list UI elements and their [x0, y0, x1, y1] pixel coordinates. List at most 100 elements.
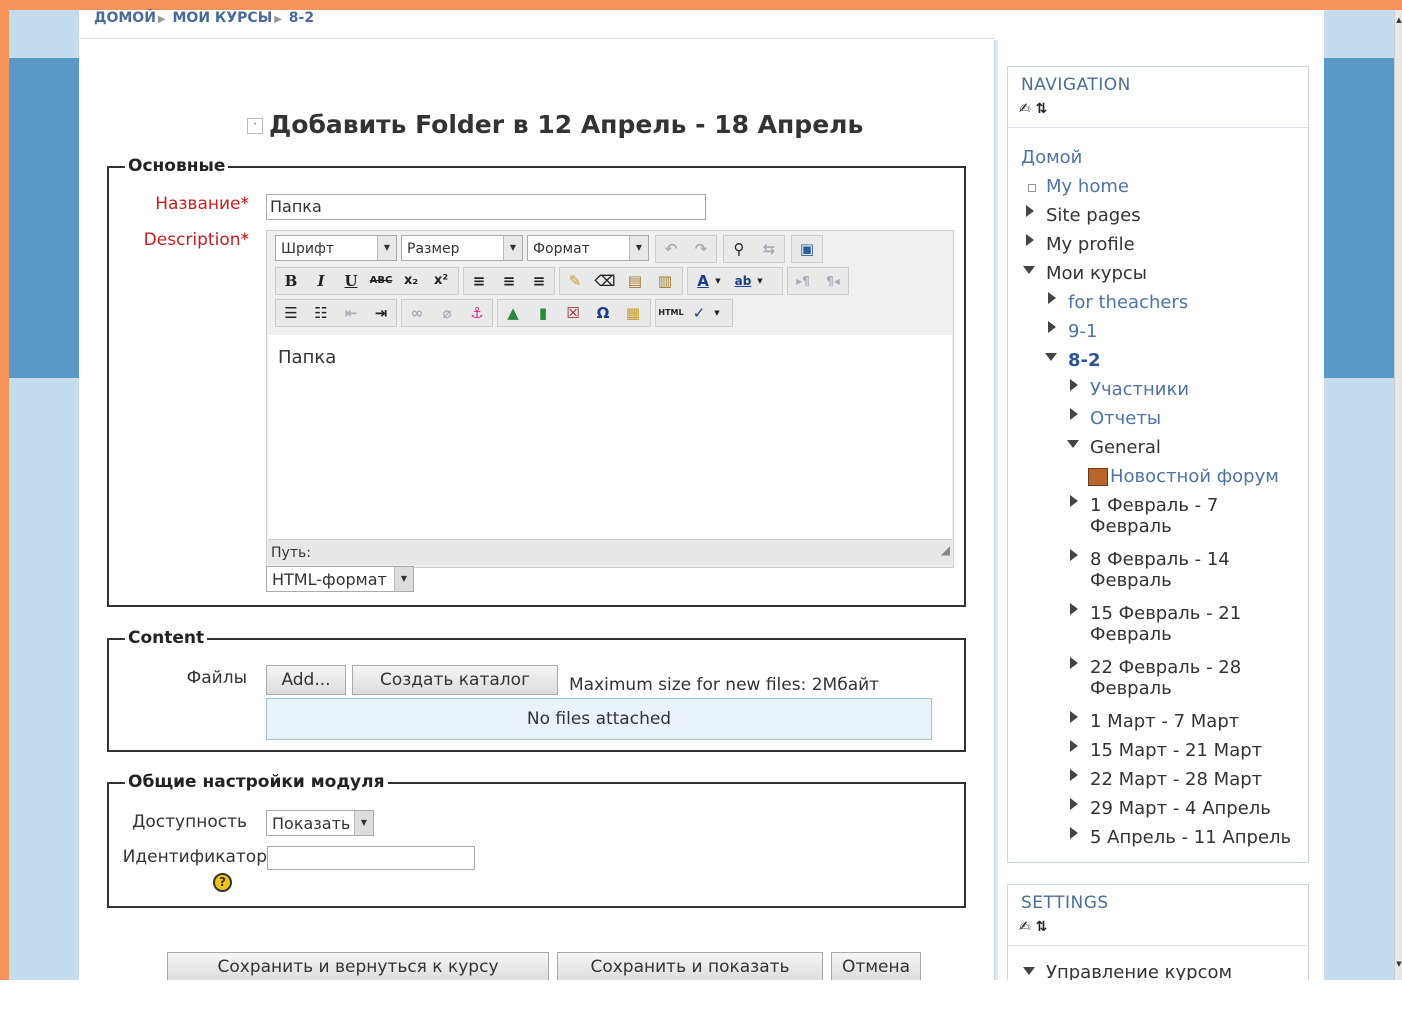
superscript-icon[interactable]: x²: [428, 268, 454, 294]
expand-icon[interactable]: [1070, 379, 1078, 391]
vertical-scrollbar[interactable]: ▲ ▼: [1394, 10, 1402, 980]
resize-handle-icon[interactable]: ◢: [941, 537, 950, 563]
cancel-button[interactable]: Отмена: [831, 952, 921, 982]
scroll-up-icon[interactable]: ▲: [1395, 16, 1402, 24]
eraser-icon[interactable]: ⌫: [592, 268, 618, 294]
expand-icon[interactable]: [1070, 740, 1078, 752]
nav-my-profile[interactable]: My profile: [1046, 234, 1135, 255]
rtl-icon[interactable]: ¶◂: [820, 268, 846, 294]
expand-icon[interactable]: [1070, 495, 1078, 507]
text-format-select[interactable]: HTML-формат ▼: [266, 566, 414, 592]
bold-icon[interactable]: B: [278, 268, 304, 294]
nav-week-7[interactable]: 22 Март - 28 Март: [1090, 769, 1262, 790]
nav-week-1[interactable]: 1 Февраль - 7 Февраль: [1090, 495, 1218, 537]
bullet-list-icon[interactable]: ☰: [278, 300, 304, 326]
chevron-down-icon[interactable]: ▼: [710, 300, 724, 326]
save-and-display-button[interactable]: Сохранить и показать: [557, 952, 823, 982]
scroll-down-icon[interactable]: ▼: [1395, 960, 1402, 968]
highlight-color-icon[interactable]: ab: [730, 268, 756, 294]
file-list-area[interactable]: No files attached: [266, 698, 932, 740]
format-select[interactable]: Формат ▼: [527, 235, 649, 261]
nav-week-3[interactable]: 15 Февраль - 21 Февраль: [1090, 603, 1241, 645]
size-select[interactable]: Размер ▼: [401, 235, 523, 261]
align-left-icon[interactable]: ≡: [466, 268, 492, 294]
expand-icon[interactable]: [1070, 603, 1078, 615]
breadcrumb-home[interactable]: ДОМОЙ: [94, 10, 156, 26]
collapse-icon[interactable]: [1023, 967, 1035, 975]
link-icon[interactable]: ∞: [404, 300, 430, 326]
chevron-down-icon[interactable]: ▼: [754, 268, 766, 294]
subscript-icon[interactable]: x₂: [398, 268, 424, 294]
expand-icon[interactable]: [1070, 657, 1078, 669]
align-center-icon[interactable]: ≡: [496, 268, 522, 294]
module-settings-legend[interactable]: Общие настройки модуля: [125, 772, 388, 792]
nav-course-9-1[interactable]: 9-1: [1068, 321, 1097, 342]
fullscreen-icon[interactable]: ▣: [794, 236, 820, 262]
nav-course-for-teachers[interactable]: for theachers: [1068, 292, 1188, 313]
nav-week-5[interactable]: 1 Март - 7 Март: [1090, 711, 1239, 732]
expand-icon[interactable]: [1048, 321, 1056, 333]
settings-title[interactable]: SETTINGS: [1021, 893, 1109, 913]
expand-icon[interactable]: [1070, 711, 1078, 723]
expand-icon[interactable]: [1070, 408, 1078, 420]
nav-reports[interactable]: Отчеты: [1090, 408, 1161, 429]
nav-week-2[interactable]: 8 Февраль - 14 Февраль: [1090, 549, 1230, 591]
nav-my-courses[interactable]: Мои курсы: [1046, 263, 1147, 284]
expand-icon[interactable]: [1070, 769, 1078, 781]
nav-week-4[interactable]: 22 Февраль - 28 Февраль: [1090, 657, 1241, 699]
collapse-icon[interactable]: [1067, 440, 1079, 448]
special-char-icon[interactable]: Ω: [590, 300, 616, 326]
redo-icon[interactable]: ↷: [688, 236, 714, 262]
nav-my-home[interactable]: My home: [1046, 176, 1129, 197]
expand-icon[interactable]: [1048, 292, 1056, 304]
nav-news-forum[interactable]: Новостной форум: [1088, 466, 1279, 487]
find-icon[interactable]: ⚲: [726, 236, 752, 262]
nav-course-8-2[interactable]: 8-2: [1068, 350, 1101, 371]
navigation-title[interactable]: NAVIGATION: [1021, 75, 1131, 95]
expand-icon[interactable]: [1070, 549, 1078, 561]
numbered-list-icon[interactable]: ☷: [308, 300, 334, 326]
edit-block-icon[interactable]: ✍: [1019, 919, 1031, 935]
spellcheck-icon[interactable]: ✓: [686, 300, 712, 326]
add-file-button[interactable]: Add...: [266, 665, 346, 695]
collapse-icon[interactable]: [1023, 266, 1035, 274]
idnumber-input[interactable]: [267, 846, 475, 870]
paste-word-icon[interactable]: ▥: [652, 268, 678, 294]
expand-icon[interactable]: [1026, 205, 1034, 217]
save-and-return-button[interactable]: Сохранить и вернуться к курсу: [167, 952, 549, 982]
replace-icon[interactable]: ⇆: [756, 236, 782, 262]
visibility-select[interactable]: Показать ▼: [266, 810, 374, 836]
editor-content-area[interactable]: Папка: [268, 335, 952, 539]
insert-media-icon[interactable]: ▮: [530, 300, 556, 326]
move-block-icon[interactable]: ⇅: [1036, 919, 1048, 935]
nav-week-9[interactable]: 5 Апрель - 11 Апрель: [1090, 827, 1291, 848]
nav-week-8[interactable]: 29 Март - 4 Апрель: [1090, 798, 1271, 819]
anchor-icon[interactable]: ⚓: [464, 300, 490, 326]
strikethrough-icon[interactable]: ABC: [368, 268, 394, 294]
undo-icon[interactable]: ↶: [658, 236, 684, 262]
unlink-icon[interactable]: ⌀: [434, 300, 460, 326]
align-right-icon[interactable]: ≡: [526, 268, 552, 294]
content-legend[interactable]: Content: [125, 628, 208, 648]
ltr-icon[interactable]: ▸¶: [790, 268, 816, 294]
underline-icon[interactable]: U: [338, 268, 364, 294]
collapse-toggle-icon[interactable]: ·: [247, 118, 263, 134]
breadcrumb-my-courses[interactable]: МОИ КУРСЫ: [173, 10, 273, 26]
expand-icon[interactable]: [1070, 827, 1078, 839]
outdent-icon[interactable]: ⇤: [338, 300, 364, 326]
nav-general[interactable]: General: [1090, 437, 1161, 458]
collapse-icon[interactable]: [1045, 353, 1057, 361]
cleanup-brush-icon[interactable]: ✎: [562, 268, 588, 294]
expand-icon[interactable]: [1070, 798, 1078, 810]
general-legend[interactable]: Основные: [125, 156, 229, 176]
insert-image-icon[interactable]: ▲: [500, 300, 526, 326]
html-source-icon[interactable]: HTML: [658, 300, 684, 326]
nav-week-6[interactable]: 15 Март - 21 Март: [1090, 740, 1262, 761]
edit-block-icon[interactable]: ✍: [1019, 101, 1031, 117]
create-folder-button[interactable]: Создать каталог: [352, 665, 558, 695]
nav-home[interactable]: Домой: [1021, 147, 1082, 168]
move-block-icon[interactable]: ⇅: [1036, 101, 1048, 117]
nav-site-pages[interactable]: Site pages: [1046, 205, 1141, 226]
breadcrumb-current[interactable]: 8-2: [289, 10, 314, 26]
expand-icon[interactable]: [1026, 234, 1034, 246]
